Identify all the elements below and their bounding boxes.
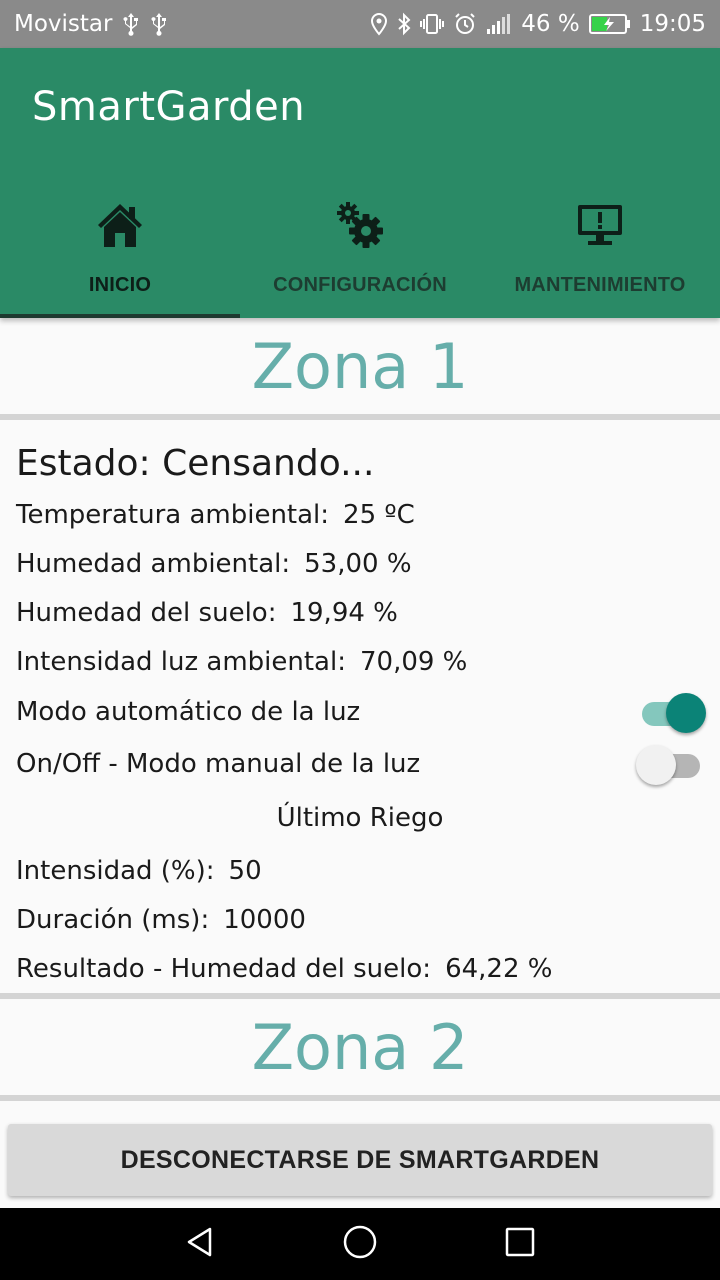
tab-label: INICIO: [88, 274, 152, 296]
auto-light-label: Modo automático de la luz: [16, 697, 361, 727]
recents-button[interactable]: [480, 1214, 560, 1274]
auto-light-row: Modo automático de la luz: [16, 686, 706, 738]
back-button[interactable]: [160, 1214, 240, 1274]
tab-label: MANTENIMIENTO: [514, 274, 686, 296]
reading-value: 70,09 %: [359, 646, 468, 677]
reading-label: Humedad ambiental:: [16, 548, 291, 579]
auto-light-switch[interactable]: [638, 690, 706, 734]
reading-label: Intensidad luz ambiental:: [16, 646, 346, 677]
home-circle-icon: [342, 1224, 378, 1265]
alarm-icon: [453, 12, 477, 36]
zone-2-panel: Estado: Censando...: [0, 1101, 720, 1121]
switch-thumb: [666, 693, 706, 733]
soil-humidity-reading: Humedad del suelo: 19,94 %: [16, 588, 704, 637]
location-icon: [370, 12, 388, 36]
irrigation-value: 10000: [223, 904, 306, 935]
irrigation-intensity: Intensidad (%): 50: [16, 846, 704, 895]
irrigation-result: Resultado - Humedad del suelo: 64,22 %: [16, 944, 704, 993]
app-title: SmartGarden: [32, 84, 306, 130]
zone-1-panel: Estado: Censando... Temperatura ambienta…: [0, 420, 720, 993]
manual-light-label: On/Off - Modo manual de la luz: [16, 749, 421, 779]
disconnect-button[interactable]: DESCONECTARSE DE SMARTGARDEN: [8, 1124, 712, 1196]
temperature-reading: Temperatura ambiental: 25 ºC: [16, 490, 704, 539]
ambient-humidity-reading: Humedad ambiental: 53,00 %: [16, 539, 704, 588]
reading-label: Temperatura ambiental:: [16, 499, 330, 530]
zone-1-title: Zona 1: [251, 329, 469, 403]
last-irrigation-title: Último Riego: [276, 803, 444, 833]
navigation-bar: [0, 1208, 720, 1280]
battery-charging-icon: [588, 13, 631, 35]
irrigation-value: 50: [228, 855, 262, 886]
tab-configuracion[interactable]: CONFIGURACIÓN: [240, 190, 480, 318]
signal-icon: [486, 13, 512, 35]
manual-light-row: On/Off - Modo manual de la luz: [16, 738, 704, 790]
tab-inicio[interactable]: INICIO: [0, 190, 240, 318]
home-button[interactable]: [320, 1214, 400, 1274]
vibrate-icon: [420, 12, 445, 36]
tab-bar: INICIO CONFIGURACIÓN MANTENIMIENTO: [0, 190, 720, 318]
tab-label: CONFIGURACIÓN: [273, 274, 447, 296]
bluetooth-icon: [397, 12, 411, 36]
monitor-alert-icon: [576, 200, 624, 250]
carrier-name: Movistar: [14, 11, 113, 37]
status-bar: Movistar 46 % 19:05: [0, 0, 720, 48]
irrigation-label: Duración (ms):: [16, 904, 210, 935]
gears-icon: [334, 200, 386, 250]
back-triangle-icon: [183, 1225, 217, 1264]
manual-light-switch[interactable]: [636, 742, 704, 786]
switch-thumb: [636, 745, 676, 785]
zone-2-status: Estado: Censando...: [16, 1111, 704, 1121]
reading-label: Humedad del suelo:: [16, 597, 277, 628]
irrigation-duration: Duración (ms): 10000: [16, 895, 704, 944]
battery-percent: 46 %: [521, 11, 580, 37]
app-bar: SmartGarden INICIO CONFIGURACIÓN MANTENI…: [0, 48, 720, 318]
zone-2-title: Zona 2: [251, 1010, 469, 1084]
irrigation-label: Resultado - Humedad del suelo:: [16, 953, 432, 984]
irrigation-value: 64,22 %: [445, 953, 553, 984]
disconnect-area: DESCONECTARSE DE SMARTGARDEN: [0, 1120, 720, 1208]
usb-icon: [150, 12, 168, 36]
recents-square-icon: [504, 1226, 536, 1263]
clock-time: 19:05: [639, 11, 706, 37]
reading-value: 25 ºC: [343, 499, 415, 530]
zone-1-status: Estado: Censando...: [16, 442, 375, 484]
usb-icon: [122, 12, 140, 36]
irrigation-label: Intensidad (%):: [16, 855, 215, 886]
reading-value: 19,94 %: [290, 597, 398, 628]
light-intensity-reading: Intensidad luz ambiental: 70,09 %: [16, 637, 704, 686]
reading-value: 53,00 %: [304, 548, 412, 579]
tab-mantenimiento[interactable]: MANTENIMIENTO: [480, 190, 720, 318]
home-icon: [95, 200, 145, 250]
zones-scroll-view[interactable]: Zona 1 Estado: Censando... Temperatura a…: [0, 318, 720, 1120]
